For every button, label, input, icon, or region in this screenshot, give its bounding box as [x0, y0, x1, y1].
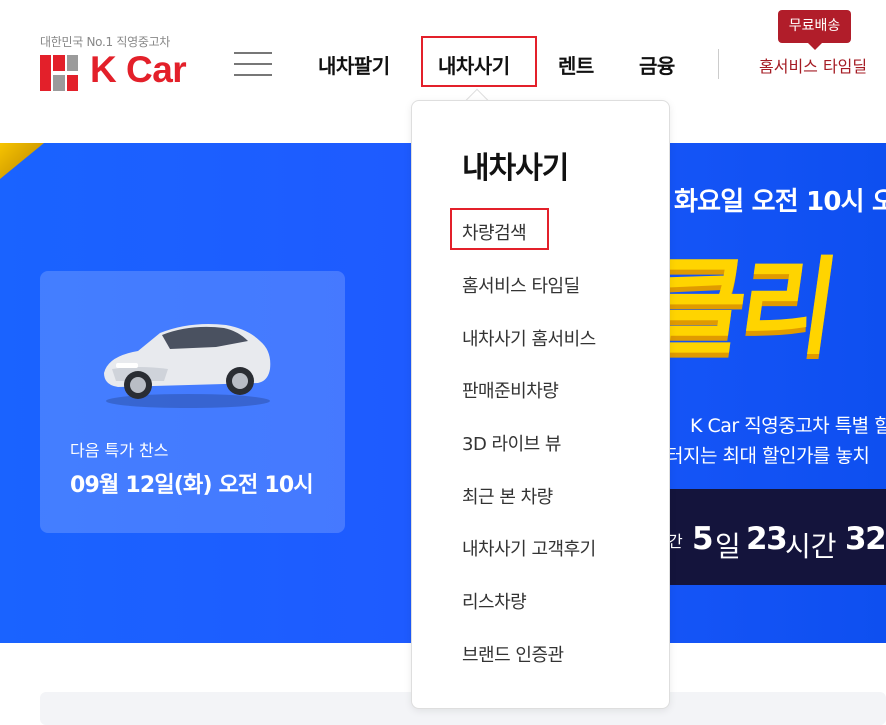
- next-deal-card: 다음 특가 찬스 09월 12일(화) 오전 10시: [40, 271, 345, 533]
- home-service-timedeal-link[interactable]: 홈서비스 타임딜: [759, 53, 867, 77]
- countdown-days-unit: 일: [715, 530, 741, 563]
- logo-wordmark: K Car: [90, 49, 187, 90]
- countdown-hours-unit: 시간: [785, 530, 837, 563]
- next-deal-label: 다음 특가 찬스: [70, 441, 169, 460]
- buy-car-dropdown-menu: 내차사기 차량검색 홈서비스 타임딜 내차사기 홈서비스 판매준비차량 3D 라…: [411, 100, 670, 709]
- dropdown-item-buy-home-service[interactable]: 내차사기 홈서비스: [462, 325, 596, 351]
- countdown-days: 5: [692, 521, 714, 557]
- countdown-timer: 간 5 일 23 시간 32: [660, 489, 886, 585]
- promo-schedule-text: 화요일 오전 10시 오: [674, 187, 886, 217]
- logo-tagline: 대한민국 No.1 직영중고차: [40, 35, 171, 49]
- dropdown-item-3d-live-view[interactable]: 3D 라이브 뷰: [462, 430, 562, 456]
- nav-active-highlight: [421, 36, 537, 87]
- free-delivery-badge: 무료배송: [778, 10, 851, 50]
- hamburger-menu-icon[interactable]: [234, 48, 272, 80]
- car-image: [104, 324, 271, 408]
- countdown-minutes: 32: [845, 521, 886, 557]
- dropdown-title: 내차사기: [462, 151, 569, 186]
- nav-rent[interactable]: 렌트: [558, 50, 594, 79]
- nav-finance[interactable]: 금융: [639, 50, 675, 79]
- dropdown-item-brand-certified[interactable]: 브랜드 인증관: [462, 641, 564, 667]
- dropdown-item-lease-vehicles[interactable]: 리스차량: [462, 588, 527, 614]
- dropdown-item-customer-reviews[interactable]: 내차사기 고객후기: [462, 535, 596, 561]
- dropdown-item-vehicle-search[interactable]: 차량검색: [462, 219, 527, 245]
- gold-ribbon-decoration: [0, 143, 44, 179]
- nav-sell-car[interactable]: 내차팔기: [318, 50, 390, 79]
- countdown-hours: 23: [746, 521, 788, 557]
- promo-description-line1: K Car 직영중고차 특별 할: [690, 415, 886, 437]
- countdown-prefix: 간: [668, 532, 683, 551]
- dropdown-item-recently-viewed[interactable]: 최근 본 차량: [462, 483, 553, 509]
- kcar-logo[interactable]: 대한민국 No.1 직영중고차 K Car: [40, 33, 200, 95]
- nav-divider: [718, 49, 719, 79]
- promo-description-line2: 터지는 최대 할인가를 놓치: [666, 445, 870, 467]
- kcar-logo-mark-icon: [40, 55, 78, 91]
- dropdown-item-home-timedeal[interactable]: 홈서비스 타임딜: [462, 272, 580, 298]
- next-deal-date: 09월 12일(화) 오전 10시: [70, 473, 314, 498]
- dropdown-item-upcoming-vehicles[interactable]: 판매준비차량: [462, 377, 559, 403]
